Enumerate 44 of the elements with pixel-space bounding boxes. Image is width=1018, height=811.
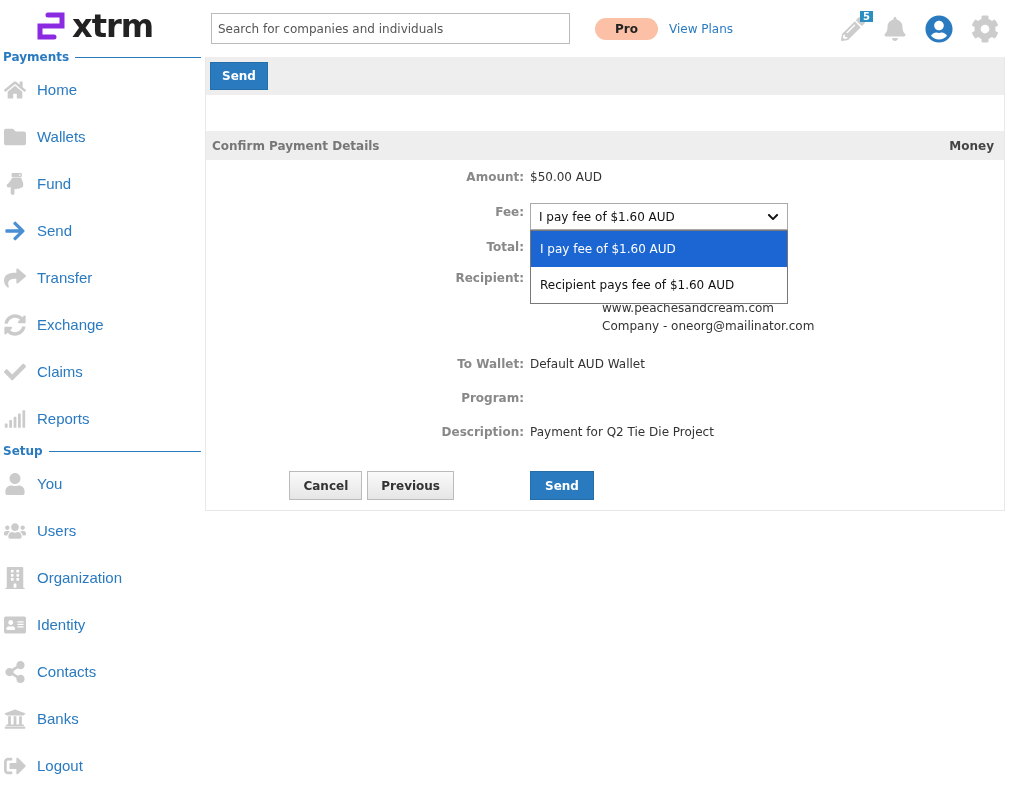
section-title: Confirm Payment Details — [212, 138, 380, 153]
sidebar-item[interactable]: Users — [0, 507, 205, 554]
previous-button[interactable]: Previous — [367, 471, 454, 500]
logo-text: xtrm — [72, 10, 154, 42]
plan-badge: Pro — [595, 17, 658, 40]
sidebar-item[interactable]: Banks — [0, 695, 205, 742]
field-label: Total: — [485, 239, 524, 254]
field-value: Payment for Q2 Tie Die Project — [530, 424, 715, 439]
field-value: Company - oneorg@mailinator.com — [601, 318, 816, 333]
field-label: Fee: — [494, 204, 524, 219]
sidebar-item[interactable]: Fund — [0, 160, 205, 207]
sidebar-item[interactable]: Home — [0, 66, 205, 113]
pencil-icon[interactable] — [841, 16, 865, 41]
field-value: $50.00 AUD — [530, 169, 604, 184]
section-label: Money — [949, 138, 994, 153]
send-button[interactable]: Send — [530, 471, 594, 500]
field-label: Amount: — [465, 169, 524, 184]
field-label: Description: — [440, 424, 524, 439]
field-label: Program: — [460, 390, 524, 405]
sidebar-item[interactable]: You — [0, 460, 205, 507]
sidebar-item[interactable]: Transfer — [0, 254, 205, 301]
fee-select[interactable]: I pay fee of $1.60 AUD — [530, 203, 788, 230]
sidebar-item[interactable]: Send — [0, 207, 205, 254]
sidebar-item[interactable]: Wallets — [0, 113, 205, 160]
field-value: www.peachesandcream.com — [601, 300, 776, 315]
view-plans-link[interactable]: View Plans — [668, 21, 734, 36]
field-value: Default AUD Wallet — [530, 356, 646, 371]
section-heading: Payments — [3, 50, 70, 64]
field-label: To Wallet: — [456, 356, 524, 371]
sidebar-item[interactable]: Identity — [0, 601, 205, 648]
sidebar-item[interactable]: Exchange — [0, 301, 205, 348]
sidebar-item[interactable]: Logout — [0, 742, 205, 789]
send-tab-button[interactable]: Send — [210, 62, 268, 90]
section-heading: Setup — [3, 444, 43, 458]
sidebar-item[interactable]: Organization — [0, 554, 205, 601]
sidebar-item[interactable]: Claims — [0, 348, 205, 395]
sidebar-item[interactable]: Reports — [0, 395, 205, 442]
cancel-button[interactable]: Cancel — [289, 471, 363, 500]
avatar-icon[interactable] — [925, 14, 953, 43]
search-field[interactable]: Search for companies and individuals — [211, 13, 570, 44]
field-label: Recipient: — [454, 270, 524, 285]
dropdown-option[interactable]: I pay fee of $1.60 AUD — [531, 231, 787, 267]
count-badge: 5 — [860, 10, 873, 22]
sidebar-item[interactable]: Contacts — [0, 648, 205, 695]
